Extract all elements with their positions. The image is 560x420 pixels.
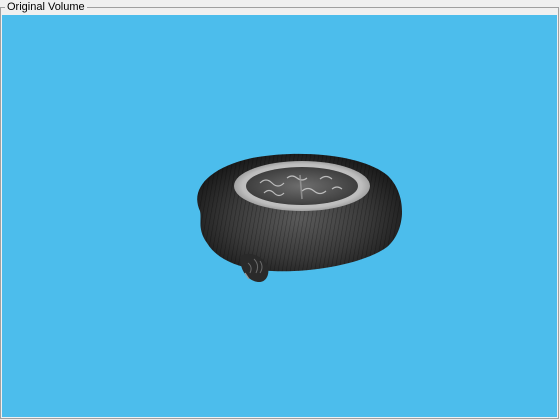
volume-render-canvas[interactable] xyxy=(2,15,557,417)
volume-brain-section xyxy=(246,167,358,205)
panel-title: Original Volume xyxy=(5,1,87,14)
volume-viewport[interactable] xyxy=(2,15,557,417)
volume-panel: Original Volume xyxy=(0,0,560,420)
